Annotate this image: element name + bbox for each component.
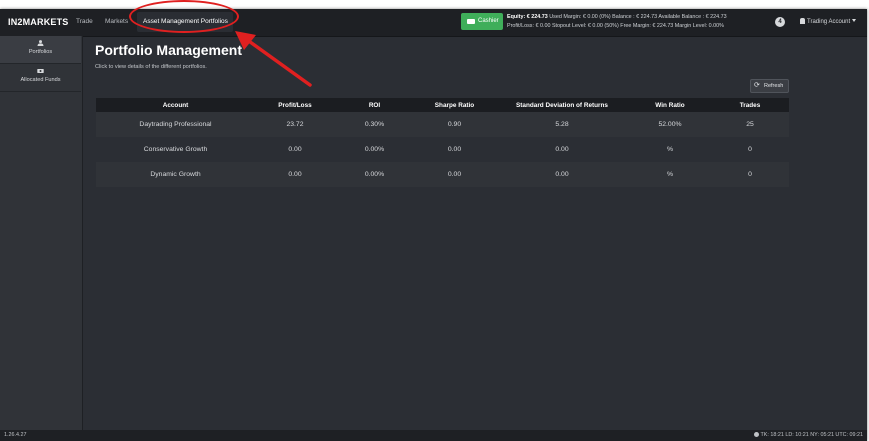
refresh-label: Refresh — [764, 83, 784, 89]
cell-std-dev: 5.28 — [495, 112, 629, 137]
main-content: Portfolio Management Click to view detai… — [83, 36, 867, 430]
column-header-trades[interactable]: Trades — [711, 98, 789, 112]
arrow-shaft — [244, 37, 312, 87]
cell-sharpe-ratio: 0.00 — [414, 162, 495, 187]
cell-account: Conservative Growth — [96, 137, 255, 162]
sidebar-item-label: Allocated Funds — [20, 77, 61, 83]
refresh-icon: ⟳ — [754, 82, 760, 89]
cell-win-ratio: 52.00% — [629, 112, 711, 137]
cell-profit-loss: 0.00 — [255, 162, 335, 187]
equity-label: Equity: — [507, 14, 526, 20]
cashier-button[interactable]: Cashier — [461, 13, 503, 30]
cell-sharpe-ratio: 0.90 — [414, 112, 495, 137]
cashier-label: Cashier — [478, 18, 499, 24]
user-icon — [37, 40, 44, 46]
column-header-std-dev[interactable]: Standard Deviation of Returns — [495, 98, 629, 112]
column-header-account[interactable]: Account — [96, 98, 255, 112]
cell-account: Dynamic Growth — [96, 162, 255, 187]
caret-down-icon — [852, 19, 857, 22]
equity-value: € 224.73 — [526, 14, 548, 20]
cell-roi: 0.00% — [335, 137, 414, 162]
cell-trades: 0 — [711, 137, 789, 162]
trading-account-label: Trading Account — [807, 19, 851, 25]
market-clock: TK: 18:21 LD: 10:21 NY: 05:21 UTC: 09:21 — [753, 432, 863, 438]
column-header-sharpe-ratio[interactable]: Sharpe Ratio — [414, 98, 495, 112]
cash-icon — [467, 19, 475, 24]
app-logo[interactable]: IN2MARKETS — [8, 17, 69, 27]
page-subtitle: Click to view details of the different p… — [95, 64, 207, 70]
column-header-profit-loss[interactable]: Profit/Loss — [255, 98, 335, 112]
column-header-win-ratio[interactable]: Win Ratio — [629, 98, 711, 112]
cell-profit-loss: 0.00 — [255, 137, 335, 162]
money-icon — [37, 69, 44, 73]
sidebar: Portfolios Allocated Funds — [0, 36, 83, 430]
user-icon — [800, 18, 805, 24]
margin-balance-text: Used Margin: € 0.00 (0%) Balance : € 224… — [549, 14, 727, 20]
sidebar-item-allocated-funds[interactable]: Allocated Funds — [0, 64, 81, 92]
cell-profit-loss: 23.72 — [255, 112, 335, 137]
cell-std-dev: 0.00 — [495, 162, 629, 187]
table-header-row: Account Profit/Loss ROI Sharpe Ratio Sta… — [96, 98, 789, 112]
cell-roi: 0.00% — [335, 162, 414, 187]
cell-account: Daytrading Professional — [96, 112, 255, 137]
cell-win-ratio: % — [629, 137, 711, 162]
column-header-roi[interactable]: ROI — [335, 98, 414, 112]
sidebar-item-label: Portfolios — [28, 49, 53, 55]
annotation-arrow — [235, 31, 312, 87]
trading-account-menu[interactable]: Trading Account — [800, 18, 857, 25]
cell-win-ratio: % — [629, 162, 711, 187]
nav-trade[interactable]: Trade — [76, 18, 93, 25]
portfolio-table: Account Profit/Loss ROI Sharpe Ratio Sta… — [96, 98, 789, 187]
arrow-head — [235, 31, 256, 50]
cell-std-dev: 0.00 — [495, 137, 629, 162]
table-row[interactable]: Daytrading Professional 23.72 0.30% 0.90… — [96, 112, 789, 137]
cell-sharpe-ratio: 0.00 — [414, 137, 495, 162]
sidebar-item-portfolios[interactable]: Portfolios — [0, 36, 81, 64]
table-row[interactable]: Dynamic Growth 0.00 0.00% 0.00 0.00 % 0 — [96, 162, 789, 187]
app-window: IN2MARKETS Trade Markets Asset Managemen… — [0, 9, 867, 441]
cell-trades: 25 — [711, 112, 789, 137]
status-bar: 1.26.4.27 TK: 18:21 LD: 10:21 NY: 05:21 … — [0, 430, 867, 441]
cell-roi: 0.30% — [335, 112, 414, 137]
annotation-ellipse — [129, 0, 239, 33]
clock-text: TK: 18:21 LD: 10:21 NY: 05:21 UTC: 09:21 — [760, 432, 863, 438]
clock-icon — [753, 432, 759, 437]
cell-trades: 0 — [711, 162, 789, 187]
notification-badge[interactable]: 4 — [775, 17, 785, 27]
profit-stopout-text: Profit/Loss: € 0.00 Stopout Level: € 0.0… — [507, 23, 724, 29]
page-title: Portfolio Management — [95, 42, 243, 58]
refresh-button[interactable]: ⟳ Refresh — [750, 79, 789, 93]
version-label: 1.26.4.27 — [4, 432, 27, 438]
table-row[interactable]: Conservative Growth 0.00 0.00% 0.00 0.00… — [96, 137, 789, 162]
nav-markets[interactable]: Markets — [105, 18, 128, 25]
account-summary: Equity: € 224.73 Used Margin: € 0.00 (0%… — [507, 13, 727, 31]
